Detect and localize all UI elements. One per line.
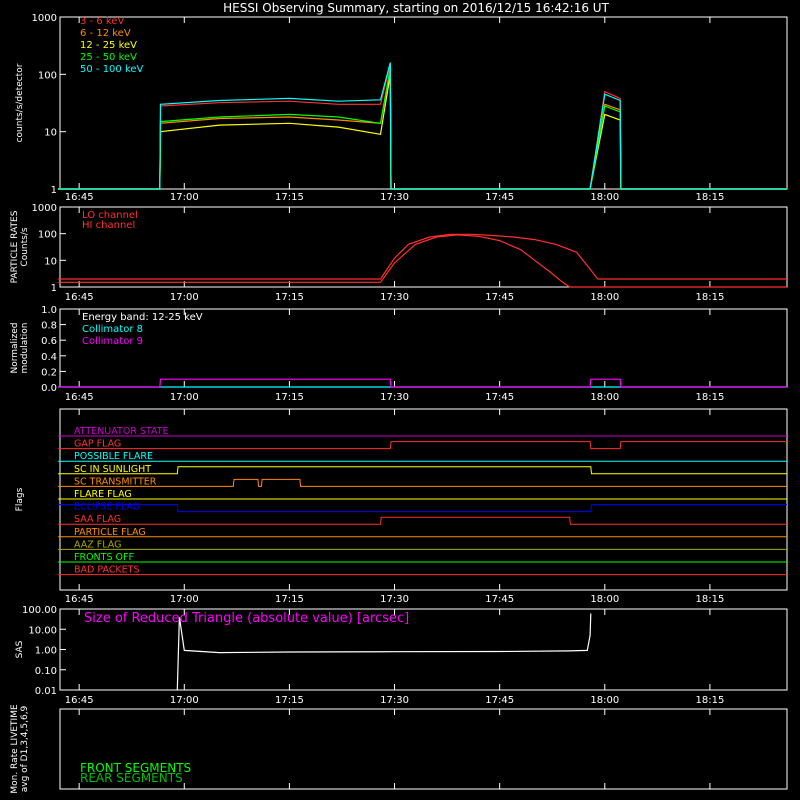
legend-entry: Collimator 8 [82,324,143,335]
legend-entry: REAR SEGMENTS [80,771,183,785]
x-tick-label: 17:30 [380,392,409,403]
y-tick-label: 0.01 [35,686,57,697]
x-tick-label: 16:45 [65,392,94,403]
y-tick-label: 0.0 [41,383,57,394]
x-tick-label: 18:15 [695,695,724,706]
x-tick-label: 18:15 [695,292,724,303]
summary-chart: HESSI Observing Summary, starting on 201… [0,0,800,800]
legend-entry: 3 - 6 keV [80,16,124,27]
legend-entry: 25 - 50 keV [80,52,137,63]
y-tick-label: 10 [44,256,57,267]
y-axis-title: avg of D1,3,4,5,6,9 [20,705,30,792]
x-tick-label: 17:30 [380,594,409,605]
y-tick-label: 1.0 [41,305,57,316]
x-tick-label: 17:00 [170,695,199,706]
flag-label: SC IN SUNLIGHT [74,464,151,475]
y-tick-label: 1 [51,283,57,294]
x-tick-label: 16:45 [65,292,94,303]
x-tick-label: 17:00 [170,594,199,605]
y-axis-title: modulation [20,323,30,374]
y-tick-label: 100.00 [22,605,57,616]
x-tick-label: 17:30 [380,192,409,203]
y-axis-title: Mon. Rate LIVETIME [10,704,20,794]
y-tick-label: 0.4 [41,352,57,363]
y-axis-title: Normalized [10,322,20,373]
x-tick-label: 18:00 [590,292,619,303]
legend-entry: Size of Reduced Triangle (absolute value… [84,611,409,626]
y-axis-title: Flags [15,487,25,511]
flag-label: PARTICLE FLAG [74,527,146,538]
x-tick-label: 17:15 [275,392,304,403]
legend-entry: 12 - 25 keV [80,40,137,51]
x-tick-label: 18:00 [590,392,619,403]
x-tick-label: 17:15 [275,695,304,706]
flag-label: BAD PACKETS [74,565,140,576]
x-tick-label: 18:00 [590,594,619,605]
legend-entry: HI channel [82,220,135,231]
x-tick-label: 17:30 [380,292,409,303]
legend-entry: 6 - 12 keV [80,28,131,39]
x-tick-label: 16:45 [65,695,94,706]
legend-entry: Energy band: 12-25 keV [82,312,203,323]
x-tick-label: 18:15 [695,594,724,605]
y-tick-label: 10 [44,128,57,139]
x-tick-label: 17:15 [275,594,304,605]
y-axis-title: SAS [15,640,25,658]
flag-label: ATTENUATOR STATE [74,426,169,437]
x-tick-label: 17:00 [170,192,199,203]
x-tick-label: 17:45 [485,594,514,605]
y-tick-label: 0.2 [41,367,57,378]
y-axis-title: counts/s/detector [15,63,25,142]
legend-entry: Collimator 9 [82,336,143,347]
x-tick-label: 18:15 [695,192,724,203]
y-tick-label: 100 [38,230,57,241]
flag-label: GAP FLAG [74,439,121,450]
y-tick-label: 0.10 [35,666,57,677]
x-tick-label: 18:15 [695,392,724,403]
y-axis-title: Counts/s [20,227,30,266]
x-tick-label: 18:00 [590,192,619,203]
flag-label: FLARE FLAG [74,489,132,500]
flag-label: FRONTS OFF [74,552,134,563]
x-tick-label: 17:30 [380,695,409,706]
x-tick-label: 17:15 [275,292,304,303]
y-tick-label: 1000 [32,13,57,24]
x-tick-label: 17:45 [485,192,514,203]
y-tick-label: 0.6 [41,336,57,347]
flag-label: ECLIPSE FLAG [74,502,140,513]
x-tick-label: 17:00 [170,292,199,303]
y-tick-label: 10.00 [28,625,57,636]
x-tick-label: 16:45 [65,594,94,605]
legend-entry: 50 - 100 keV [80,64,144,75]
y-tick-label: 100 [38,70,57,81]
y-tick-label: 1000 [32,203,57,214]
x-tick-label: 17:15 [275,192,304,203]
x-tick-label: 17:45 [485,292,514,303]
y-tick-label: 1.00 [35,646,57,657]
chart-title: HESSI Observing Summary, starting on 201… [223,1,609,15]
flag-label: SAA FLAG [74,514,121,525]
x-tick-label: 16:45 [65,192,94,203]
x-tick-label: 17:00 [170,392,199,403]
x-tick-label: 18:00 [590,695,619,706]
flag-label: SC TRANSMITTER [74,476,157,487]
y-tick-label: 0.8 [41,321,57,332]
x-tick-label: 17:45 [485,695,514,706]
y-axis-title: PARTICLE RATES [10,210,20,283]
x-tick-label: 17:45 [485,392,514,403]
flag-label: AAZ FLAG [74,539,121,550]
flag-label: POSSIBLE FLARE [74,451,153,462]
y-tick-label: 1 [51,185,57,196]
